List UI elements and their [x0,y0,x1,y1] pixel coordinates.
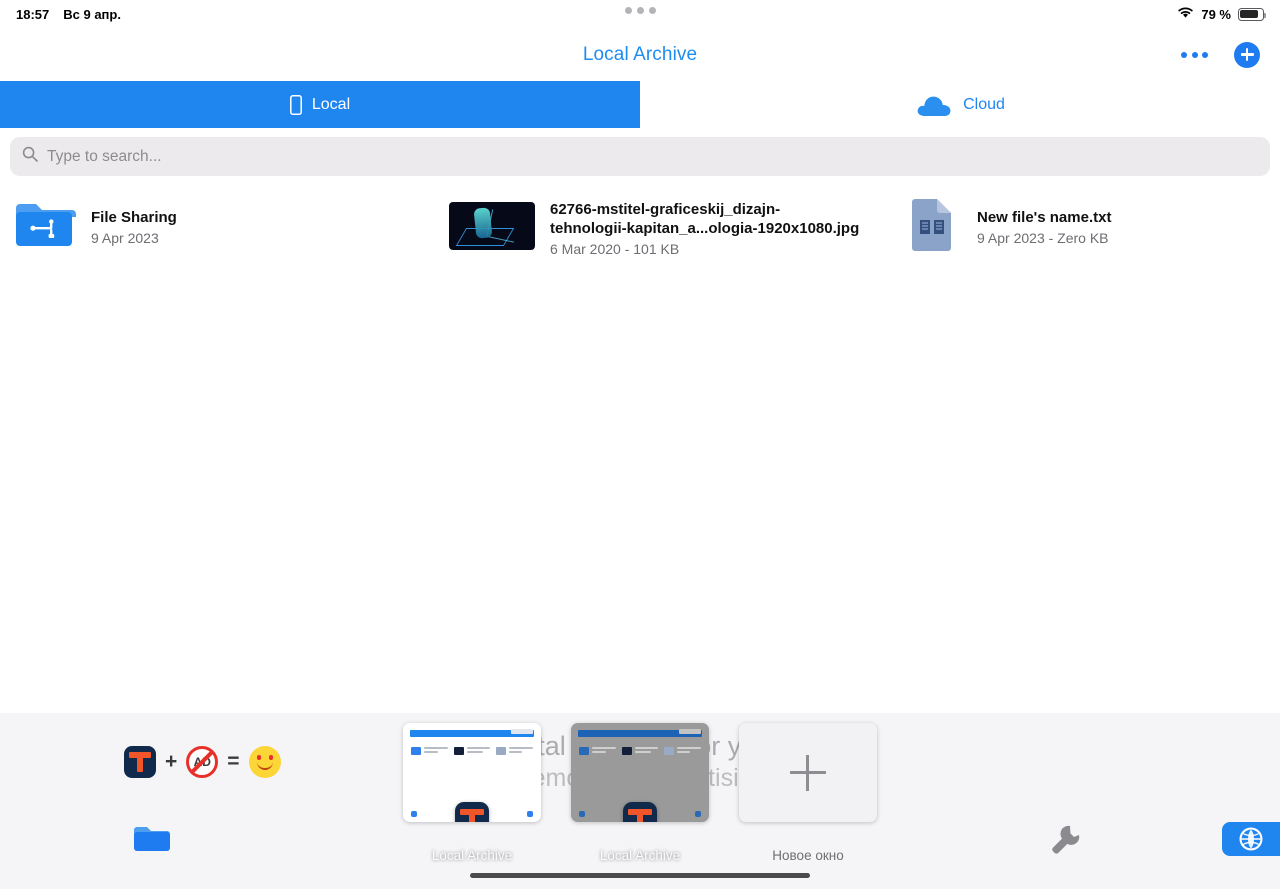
mini-folder-dot [411,811,417,817]
mini-text [677,747,702,755]
mini-globe-dot [695,811,701,817]
mini-globe-dot [527,811,533,817]
new-window-tile[interactable] [739,723,877,822]
dot [1191,51,1198,58]
mini-file-row [579,747,702,755]
mini-text [592,747,616,755]
file-row: File Sharing 9 Apr 2023 62766-mstitel-gr… [0,190,1280,265]
more-dots-icon[interactable] [1177,44,1212,66]
mini-file [453,747,491,755]
list-item[interactable]: New file's name.txt 9 Apr 2023 - Zero KB [892,190,1280,265]
mini-image-icon [453,747,464,755]
device-icon [289,94,302,115]
mini-text [466,747,491,755]
mini-file [621,747,659,755]
file-meta: 9 Apr 2023 [91,230,159,246]
tab-local[interactable]: Local [0,81,640,128]
window-card-label: Новое окно [772,848,844,863]
page-title: Local Archive [582,43,698,65]
tab-cloud-label: Cloud [963,95,1005,113]
navigation-bar: Local Archive [0,28,1280,81]
mini-image-icon [621,747,632,755]
text-document-icon [904,196,962,259]
total-app-icon [623,802,657,822]
globe-icon[interactable] [1222,822,1280,856]
folder-icon[interactable] [133,823,171,858]
window-switcher: Local Archive Local Archive Новое окно [0,723,1280,863]
mini-folder-icon [411,747,421,755]
mini-doc-icon [496,747,507,755]
mini-chip [679,729,701,734]
mini-file [411,747,448,755]
mini-file [496,747,534,755]
status-bar: 18:57 Вс 9 апр. 79 % [0,0,1280,28]
dot [1181,51,1187,58]
storage-tabs: Local Cloud [0,81,1280,128]
total-app-icon [455,802,489,822]
mini-chip [511,729,533,734]
search-input[interactable]: Type to search... [47,148,162,166]
file-info: New file's name.txt 9 Apr 2023 - Zero KB [977,196,1111,246]
file-meta: 9 Apr 2023 - Zero KB [977,230,1109,246]
search-bar[interactable]: Type to search... [10,137,1270,176]
list-item[interactable]: File Sharing 9 Apr 2023 [0,190,437,265]
mini-folder-icon [579,747,589,755]
app-icon-stem [637,813,643,822]
window-card-1[interactable]: Local Archive [403,723,541,863]
file-name: New file's name.txt [977,209,1112,226]
file-name-line2: tehnologii-kapitan_a...ologia-1920x1080.… [550,220,860,237]
image-thumbnail [449,202,535,250]
tab-local-label: Local [311,95,351,113]
mini-folder-dot [579,811,585,817]
mini-text [634,747,659,755]
multitask-handle[interactable] [0,7,1280,14]
window-thumbnail[interactable] [403,723,541,822]
mini-file-row [411,747,534,755]
multitask-dot [648,7,656,14]
add-plus-icon[interactable] [1234,41,1260,68]
multitask-dot [636,7,644,14]
search-container: Type to search... [10,137,1270,176]
thumb-shape [473,207,493,239]
usb-folder-icon [12,196,76,257]
window-card-label: Local Archive [431,848,513,863]
plus-icon [790,754,826,791]
navigation-bar-actions [1177,28,1260,81]
search-icon [22,146,38,167]
tab-cloud[interactable]: Cloud [640,81,1280,128]
battery-fill [1240,9,1259,19]
window-card-new[interactable]: Новое окно [739,723,877,863]
file-info: 62766-mstitel-graficeskij_dizajn- tehnol… [550,196,859,257]
mini-file [579,747,616,755]
dot [1202,51,1208,58]
battery-icon [1238,7,1267,21]
window-card-2[interactable]: Local Archive [571,723,709,863]
cloud-icon [915,92,953,118]
file-name-line1: 62766-mstitel-graficeskij_dizajn- [550,201,781,218]
multitask-dot [624,7,632,14]
app-icon-stem [469,813,475,822]
mini-file [664,747,702,755]
window-card-label: Local Archive [599,848,681,863]
list-item[interactable]: 62766-mstitel-graficeskij_dizajn- tehnol… [437,190,892,265]
wrench-icon[interactable] [1049,822,1083,861]
app-screen: 18:57 Вс 9 апр. 79 % Local Archive Local… [0,0,1280,889]
mini-doc-icon [664,747,675,755]
file-meta: 6 Mar 2020 - 101 KB [550,241,680,257]
file-name: File Sharing [91,209,177,226]
mini-text [424,747,448,755]
file-info: File Sharing 9 Apr 2023 [91,196,177,246]
home-indicator[interactable] [470,873,810,878]
file-list: File Sharing 9 Apr 2023 62766-mstitel-gr… [0,190,1280,265]
window-thumbnail[interactable] [571,723,709,822]
mini-text [509,747,534,755]
